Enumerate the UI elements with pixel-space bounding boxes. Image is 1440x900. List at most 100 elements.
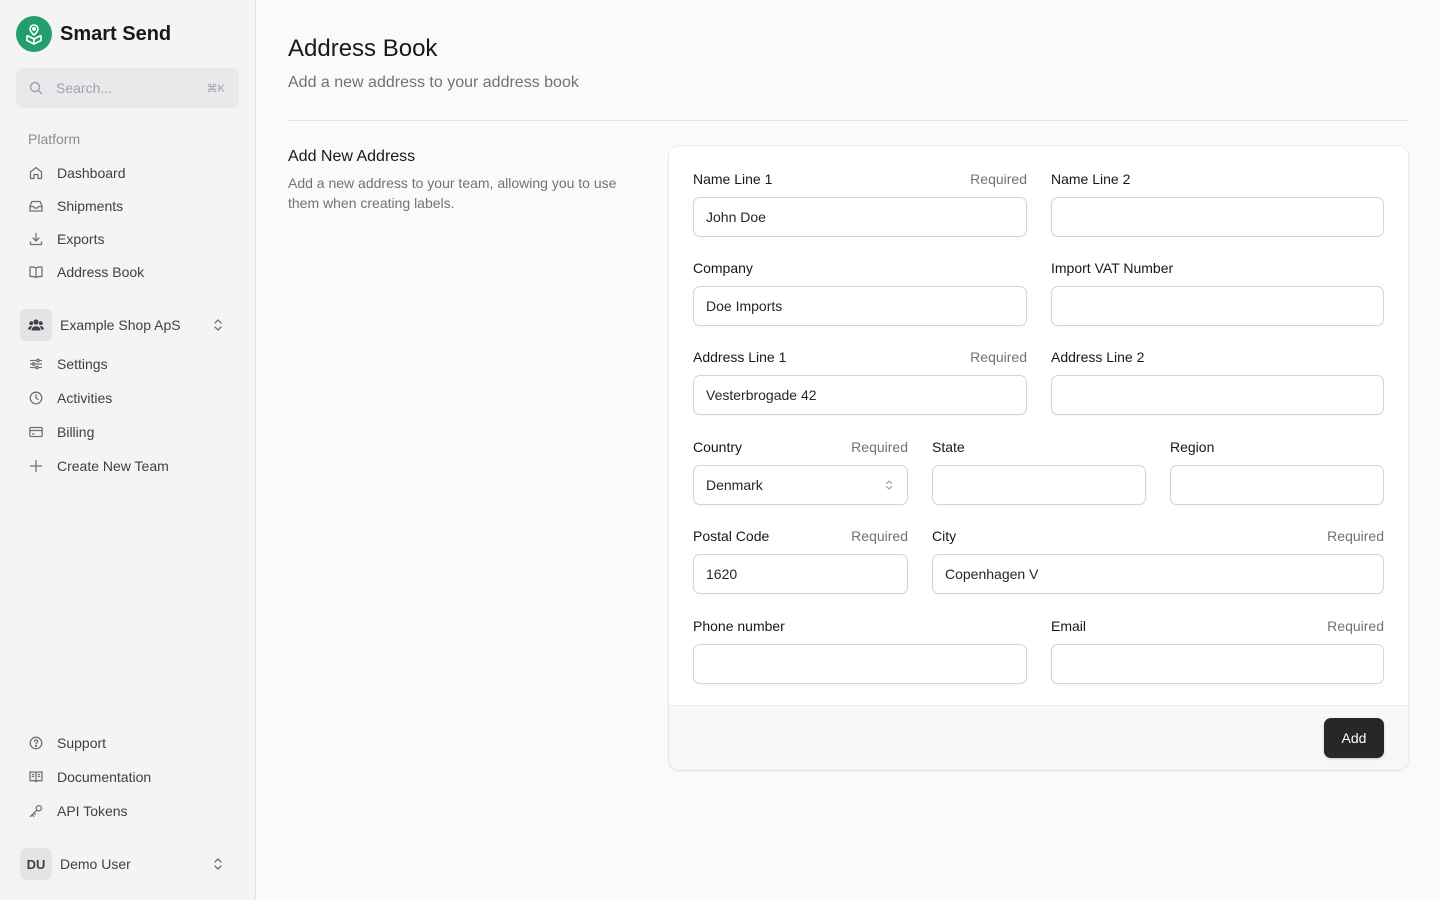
phone-field: Phone number <box>693 617 1027 684</box>
city-input[interactable]: Copenhagen V <box>932 554 1384 594</box>
required-hint: Required <box>851 439 908 455</box>
user-menu[interactable]: DU Demo User <box>20 848 236 880</box>
users-icon <box>20 309 52 341</box>
sidebar-item-label: Exports <box>57 231 105 247</box>
sliders-icon <box>28 356 44 372</box>
email-input[interactable] <box>1051 644 1384 684</box>
package-pin-icon <box>16 16 52 52</box>
add-button[interactable]: Add <box>1324 718 1384 758</box>
chevrons-up-down-icon <box>210 856 226 872</box>
import-vat-input[interactable] <box>1051 286 1384 326</box>
help-circle-icon <box>28 735 44 751</box>
user-name: Demo User <box>60 856 131 872</box>
sidebar-item-settings[interactable]: Settings <box>20 350 236 378</box>
field-label: Address Line 2 <box>1051 349 1145 365</box>
name-line-1-field: Name Line 1 Required John Doe <box>693 170 1027 237</box>
search-icon <box>28 80 44 96</box>
field-label: State <box>932 439 965 455</box>
sidebar-item-label: Support <box>57 735 107 751</box>
city-field: City Required Copenhagen V <box>932 527 1384 594</box>
country-select[interactable]: Denmark <box>693 465 908 505</box>
page-subtitle: Add a new address to your address book <box>288 74 579 91</box>
state-input[interactable] <box>932 465 1146 505</box>
search-input[interactable]: Search... ⌘K <box>16 68 239 108</box>
brand-name: Smart Send <box>60 22 172 45</box>
address-line-1-input[interactable]: Vesterbrogade 42 <box>693 375 1027 415</box>
required-hint: Required <box>1327 618 1384 634</box>
field-label: Company <box>693 260 753 276</box>
company-input[interactable]: Doe Imports <box>693 286 1027 326</box>
field-label: Name Line 1 <box>693 171 773 187</box>
sidebar-item-address-book[interactable]: Address Book <box>20 258 236 286</box>
state-field: State <box>932 438 1146 505</box>
field-label: Address Line 1 <box>693 349 787 365</box>
postal-code-field: Postal Code Required 1620 <box>693 527 908 594</box>
field-label: Email <box>1051 618 1087 634</box>
region-field: Region <box>1170 438 1384 505</box>
field-label: City <box>932 528 957 544</box>
section-title: Add New Address <box>288 148 416 165</box>
sidebar-item-create-new-team[interactable]: Create New Team <box>20 452 236 480</box>
required-hint: Required <box>851 528 908 544</box>
name-line-2-input[interactable] <box>1051 197 1384 237</box>
credit-card-icon <box>28 424 44 440</box>
sidebar-item-api-tokens[interactable]: API Tokens <box>20 797 236 825</box>
country-select-value: Denmark <box>706 477 763 493</box>
field-label: Postal Code <box>693 528 770 544</box>
page-title: Address Book <box>288 35 438 62</box>
sidebar-item-billing[interactable]: Billing <box>20 418 236 446</box>
key-icon <box>28 803 44 819</box>
required-hint: Required <box>1327 528 1384 544</box>
required-hint: Required <box>970 171 1027 187</box>
sidebar-item-shipments[interactable]: Shipments <box>20 192 236 220</box>
sidebar-item-label: Shipments <box>57 198 124 214</box>
clock-icon <box>28 390 44 406</box>
sidebar: Smart Send Search... ⌘K Platform Dashboa… <box>0 0 256 900</box>
sidebar-item-dashboard[interactable]: Dashboard <box>20 159 236 187</box>
search-shortcut: ⌘K <box>206 82 225 95</box>
sidebar-item-exports[interactable]: Exports <box>20 225 236 253</box>
address-line-1-field: Address Line 1 Required Vesterbrogade 42 <box>693 348 1027 415</box>
import-vat-field: Import VAT Number <box>1051 259 1384 326</box>
postal-code-input[interactable]: 1620 <box>693 554 908 594</box>
inbox-icon <box>28 198 44 214</box>
field-label: Country <box>693 439 743 455</box>
sidebar-item-label: Activities <box>57 390 113 406</box>
team-switcher[interactable]: Example Shop ApS <box>20 309 236 341</box>
address-form-card: Name Line 1 Required John Doe Name Line … <box>669 146 1408 770</box>
sidebar-item-documentation[interactable]: Documentation <box>20 763 236 791</box>
name-line-2-field: Name Line 2 <box>1051 170 1384 237</box>
download-icon <box>28 231 44 247</box>
name-line-1-input[interactable]: John Doe <box>693 197 1027 237</box>
chevrons-up-down-icon <box>883 477 895 493</box>
book-icon <box>28 264 44 280</box>
sidebar-item-support[interactable]: Support <box>20 729 236 757</box>
sidebar-item-label: Documentation <box>57 769 152 785</box>
chevrons-up-down-icon <box>210 317 226 333</box>
sidebar-item-label: Billing <box>57 424 95 440</box>
field-label: Region <box>1170 439 1215 455</box>
divider <box>288 120 1408 121</box>
form-footer: Add <box>669 705 1408 770</box>
sidebar-item-label: Create New Team <box>57 458 169 474</box>
search-placeholder: Search... <box>56 80 113 96</box>
section-description: Add a new address to your team, allowing… <box>288 175 617 211</box>
sidebar-item-label: API Tokens <box>57 803 128 819</box>
platform-section-label: Platform <box>28 131 81 147</box>
home-icon <box>28 165 44 181</box>
brand[interactable]: Smart Send <box>16 16 171 52</box>
avatar: DU <box>20 848 52 880</box>
team-name: Example Shop ApS <box>60 317 181 333</box>
field-label: Import VAT Number <box>1051 260 1174 276</box>
field-label: Phone number <box>693 618 785 634</box>
phone-input[interactable] <box>693 644 1027 684</box>
plus-icon <box>28 458 44 474</box>
sidebar-item-activities[interactable]: Activities <box>20 384 236 412</box>
region-input[interactable] <box>1170 465 1384 505</box>
sidebar-item-label: Address Book <box>57 264 145 280</box>
sidebar-item-label: Dashboard <box>57 165 126 181</box>
address-line-2-input[interactable] <box>1051 375 1384 415</box>
country-field: Country Required Denmark <box>693 438 908 505</box>
company-field: Company Doe Imports <box>693 259 1027 326</box>
book-open-icon <box>28 769 44 785</box>
